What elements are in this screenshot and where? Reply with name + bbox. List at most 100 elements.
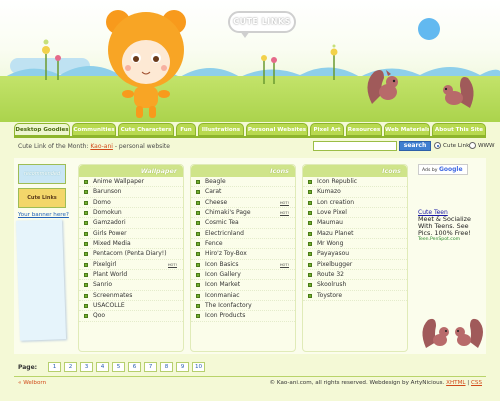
list-item[interactable]: Plant World (79, 270, 183, 281)
list-item[interactable]: Pixelgirl HOT! (79, 260, 183, 271)
radio-cute-links[interactable] (434, 142, 441, 149)
item-label: Love Pixel (317, 209, 347, 217)
list-item[interactable]: Iconmaniac (191, 291, 295, 302)
item-label: Iconmaniac (205, 291, 240, 299)
item-label: Pentacom (Penta Diary!) (93, 250, 167, 258)
list-item[interactable]: Anime Wallpaper (79, 177, 183, 188)
hot-badge: HOT! (279, 262, 289, 268)
item-label: Pixelgirl (93, 260, 117, 268)
page-3[interactable]: 3 (80, 362, 93, 372)
bullet-icon (308, 231, 312, 236)
list-item[interactable]: Domokun (79, 208, 183, 219)
item-label: Icon Basics (205, 260, 239, 268)
css-link[interactable]: CSS (471, 380, 482, 386)
tab-resources[interactable]: Resources (346, 123, 382, 136)
list-item[interactable]: Chimaki's Page HOT! (191, 208, 295, 219)
list-item[interactable]: Pentacom (Penta Diary!) (79, 249, 183, 260)
list-item[interactable]: Hiro'z Toy-Box (191, 249, 295, 260)
list-item[interactable]: Icon Market (191, 280, 295, 291)
page-8[interactable]: 8 (160, 362, 173, 372)
site-logo[interactable]: CUTE LINKS (228, 11, 296, 38)
page-10[interactable]: 10 (192, 362, 205, 372)
list-item[interactable]: Barunson (79, 187, 183, 198)
month-link[interactable]: Kao-ani (90, 143, 113, 150)
list-item[interactable]: Maumau (303, 218, 407, 229)
list-item[interactable]: The Iconfactory (191, 301, 295, 312)
tab-desktop-goodies[interactable]: Desktop Goodies (14, 123, 70, 136)
page-4[interactable]: 4 (96, 362, 109, 372)
list-item[interactable]: Sanrio (79, 280, 183, 291)
list-item[interactable]: Mixed Media (79, 239, 183, 250)
cute-links-badge[interactable]: Cute Links (18, 188, 66, 208)
pagination: Page: 1 2 3 4 5 6 7 8 9 10 (14, 362, 486, 374)
page-1[interactable]: 1 (48, 362, 61, 372)
main-content: recommended Cute Links Your banner here?… (14, 158, 486, 354)
page-7[interactable]: 7 (144, 362, 157, 372)
list-item[interactable]: Qoo (79, 311, 183, 322)
xhtml-link[interactable]: XHTML (446, 380, 465, 386)
column-header: Icons (191, 165, 295, 177)
copyright-text: © Kao-ani.com, all rights reserved. Webd… (269, 380, 445, 386)
search-button[interactable]: search (399, 141, 431, 151)
item-label: Sanrio (93, 281, 113, 289)
info-bar: Cute Link of the Month: Kao-ani - person… (14, 139, 495, 155)
page-6[interactable]: 6 (128, 362, 141, 372)
footer-back-link[interactable]: « Welborn (18, 380, 46, 386)
item-label: Mixed Media (93, 240, 131, 248)
tab-web-materials[interactable]: Web Materials (384, 123, 430, 136)
list-item[interactable]: Icon Products (191, 311, 295, 322)
item-label: Domo (93, 198, 111, 206)
list-item[interactable]: Domo (79, 198, 183, 209)
bullet-icon (308, 190, 312, 195)
list-item[interactable]: Route 32 (303, 270, 407, 281)
tab-about[interactable]: About This Site (432, 123, 486, 136)
list-item[interactable]: Love Pixel (303, 208, 407, 219)
bullet-icon (196, 211, 200, 216)
list-item[interactable]: Cheese HOT! (191, 198, 295, 209)
list-item[interactable]: Toystore (303, 291, 407, 302)
bullet-icon (196, 200, 200, 205)
page-2[interactable]: 2 (64, 362, 77, 372)
bullet-icon (308, 262, 312, 267)
list-item[interactable]: Skoolrush (303, 280, 407, 291)
item-label: Skoolrush (317, 281, 347, 289)
list-item[interactable]: Electricnland (191, 229, 295, 240)
list-item[interactable]: Payayasou (303, 249, 407, 260)
list-item[interactable]: Icon Gallery (191, 270, 295, 281)
ad-line: Pics. 100% Free! (418, 229, 471, 237)
item-label: Electricnland (205, 229, 244, 237)
tab-communities[interactable]: Communities (72, 123, 116, 136)
list-item[interactable]: Cosmic Tea (191, 218, 295, 229)
list-item[interactable]: Girls Power (79, 229, 183, 240)
tab-personal-websites[interactable]: Personal Websites (246, 123, 308, 136)
bullet-icon (196, 190, 200, 195)
tab-illustrations[interactable]: Illustrations (198, 123, 244, 136)
list-item[interactable]: Carat (191, 187, 295, 198)
list-item[interactable]: USACOLLE (79, 301, 183, 312)
tab-cute-characters[interactable]: Cute Characters (118, 123, 174, 136)
list-item[interactable]: Icon Basics HOT! (191, 260, 295, 271)
list-item[interactable]: Lon creation (303, 198, 407, 209)
tab-fun[interactable]: Fun (176, 123, 196, 136)
banner-link[interactable]: Your banner here? (18, 212, 72, 218)
tab-pixel-art[interactable]: Pixel Art (310, 123, 344, 136)
list-item[interactable]: Beagle (191, 177, 295, 188)
bullet-icon (196, 221, 200, 226)
list-item[interactable]: Icon Republic (303, 177, 407, 188)
ad-url[interactable]: Teen.PenSpot.com (418, 237, 484, 242)
page-5[interactable]: 5 (112, 362, 125, 372)
list-item[interactable]: Gamzadori (79, 218, 183, 229)
list-item[interactable]: Fence (191, 239, 295, 250)
bullet-icon (196, 262, 200, 267)
search-input[interactable] (313, 141, 397, 151)
ads-by-google[interactable]: Ads by Google (418, 164, 468, 175)
list-item[interactable]: Screenmates (79, 291, 183, 302)
recommended-badge[interactable]: recommended (18, 164, 66, 184)
radio-www[interactable] (469, 142, 476, 149)
list-item[interactable]: Mazu Planet (303, 229, 407, 240)
list-item[interactable]: Kumazo (303, 187, 407, 198)
list-item[interactable]: Pixelbugger (303, 260, 407, 271)
page-9[interactable]: 9 (176, 362, 189, 372)
bullet-icon (308, 283, 312, 288)
list-item[interactable]: Mr Wong (303, 239, 407, 250)
